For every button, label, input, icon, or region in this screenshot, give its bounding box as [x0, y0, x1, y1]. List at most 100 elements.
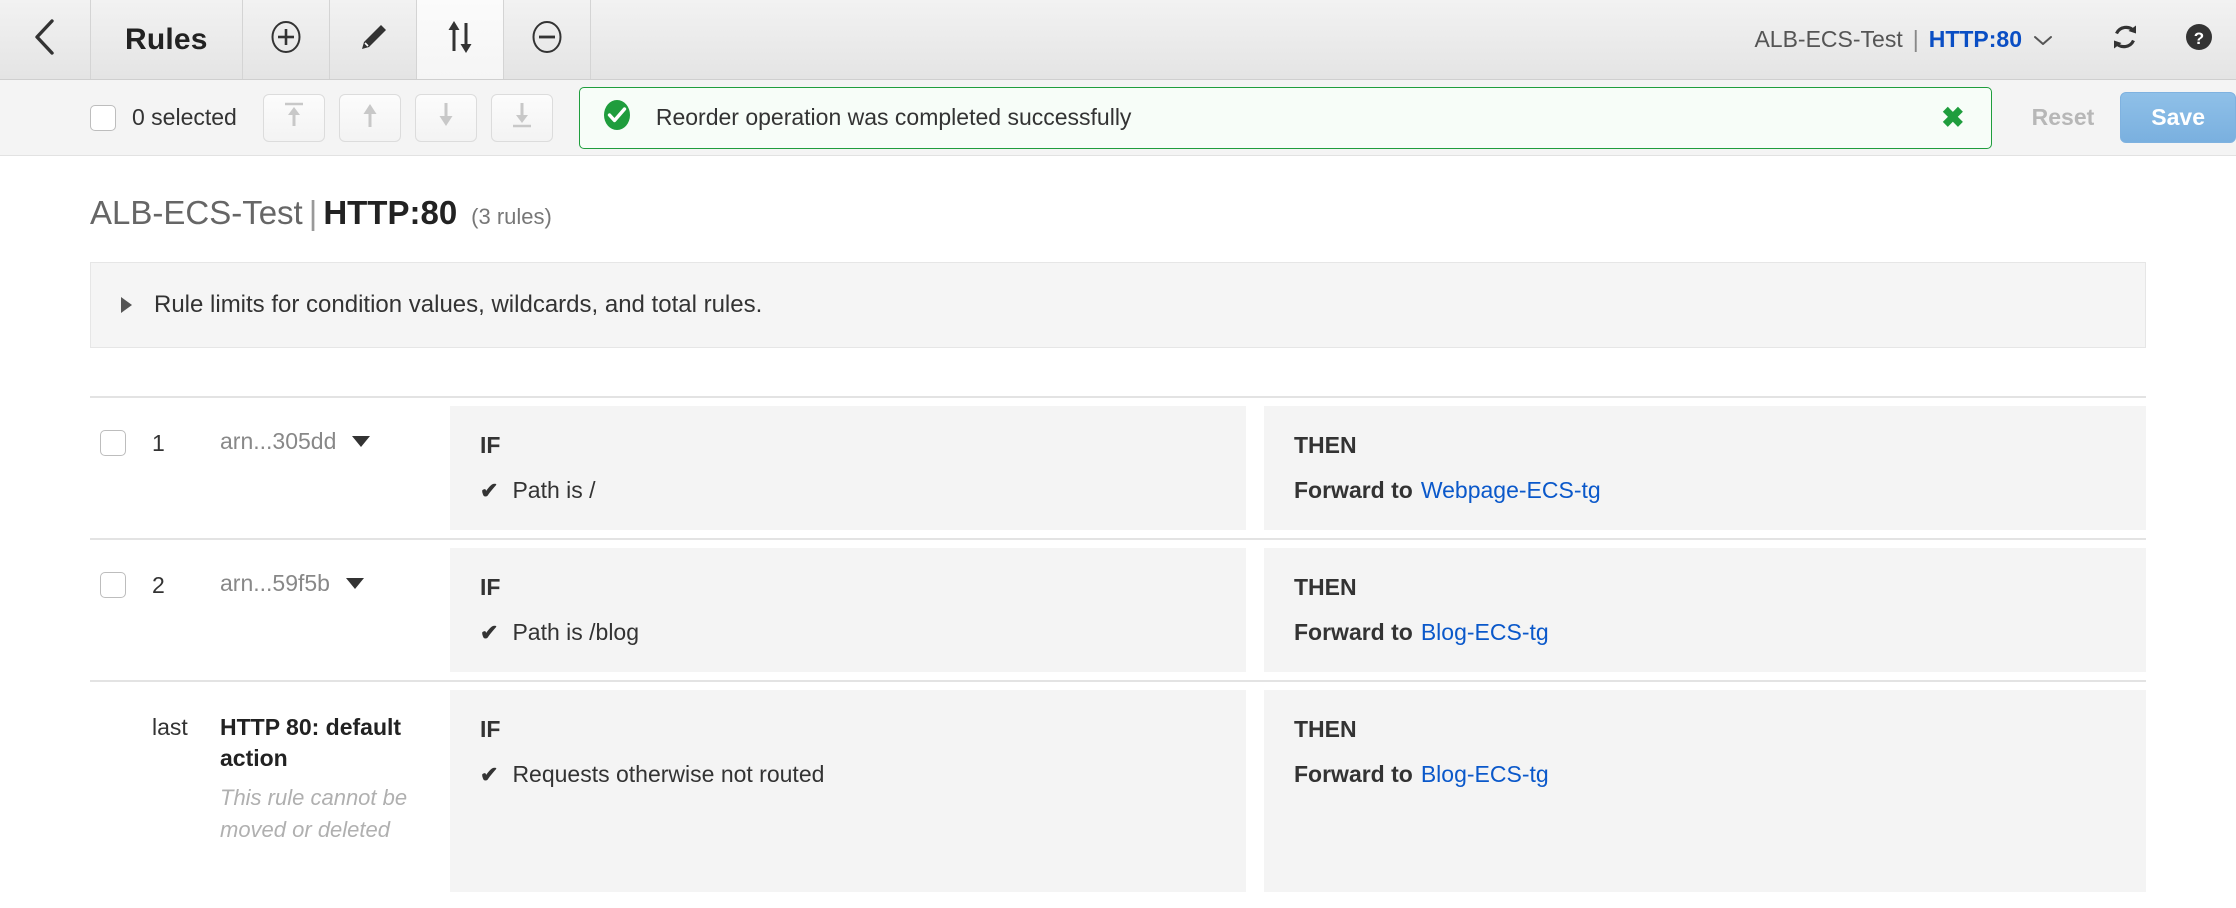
edit-rules-button[interactable] — [330, 0, 417, 79]
page-body: ALB-ECS-Test | HTTP:80 (3 rules) Rule limit… — [0, 156, 2236, 900]
delete-rule-button[interactable] — [504, 0, 591, 79]
chevron-left-icon — [32, 18, 58, 61]
rule-condition-text: Path is / — [512, 477, 596, 503]
rule-priority: 2 — [152, 572, 165, 598]
arrow-down-to-line-icon — [507, 100, 537, 135]
rule-arn-dropdown[interactable]: arn...305dd — [220, 428, 371, 455]
listener-port: HTTP:80 — [1928, 26, 2022, 52]
then-label: THEN — [1294, 716, 1357, 742]
page-heading-port: HTTP:80 — [323, 194, 458, 231]
select-all-checkbox[interactable] — [90, 104, 116, 131]
table-row: 2 arn...59f5b IF ✔ Path is /blog THEN Fo… — [90, 538, 2146, 680]
rule-condition: ✔ Requests otherwise not routed — [480, 761, 1216, 788]
rule-priority: 1 — [152, 430, 165, 456]
rule-priority: last — [152, 714, 188, 740]
rule-name-cell: HTTP 80: default action This rule cannot… — [220, 682, 450, 900]
rule-then-cell: THEN Forward to Blog-ECS-tg — [1264, 548, 2146, 672]
help-button[interactable]: ? — [2162, 0, 2236, 80]
plus-circle-icon — [269, 20, 303, 59]
sort-updown-icon — [443, 19, 477, 60]
rules-table: 1 arn...305dd IF ✔ Path is / THEN Forwar… — [90, 396, 2146, 900]
success-check-circle-icon — [600, 98, 634, 137]
then-label: THEN — [1294, 432, 1357, 458]
pencil-icon — [356, 20, 390, 59]
check-icon: ✔ — [480, 477, 499, 503]
rule-select-cell: last — [90, 682, 220, 900]
table-row: 1 arn...305dd IF ✔ Path is / THEN Forwar… — [90, 396, 2146, 538]
rule-select-cell: 2 — [90, 540, 220, 680]
refresh-button[interactable] — [2088, 0, 2162, 80]
caret-down-icon — [345, 578, 364, 589]
selected-count-label: 0 selected — [132, 104, 237, 130]
rule-name-cell: arn...59f5b — [220, 540, 450, 680]
back-button[interactable] — [0, 0, 91, 79]
rule-checkbox[interactable] — [100, 430, 126, 456]
chevron-down-icon — [2032, 26, 2054, 53]
rule-condition-text: Requests otherwise not routed — [512, 761, 825, 787]
table-row: last HTTP 80: default action This rule c… — [90, 680, 2146, 900]
move-up-button[interactable] — [338, 93, 401, 142]
success-banner: Reorder operation was completed successf… — [578, 86, 1992, 149]
rule-action-prefix: Forward to — [1294, 477, 1413, 503]
refresh-icon — [2110, 22, 2140, 57]
save-button[interactable]: Save — [2120, 92, 2236, 143]
close-icon[interactable]: ✖ — [1935, 103, 1970, 132]
reset-button[interactable]: Reset — [2006, 104, 2121, 131]
rule-arn-label: arn...59f5b — [220, 570, 330, 596]
rule-action: Forward to Blog-ECS-tg — [1294, 761, 2116, 788]
check-icon: ✔ — [480, 761, 499, 787]
move-to-bottom-button[interactable] — [490, 93, 553, 142]
rule-limits-label: Rule limits for condition values, wildca… — [154, 291, 763, 318]
page-heading-separator: | — [308, 194, 318, 231]
if-label: IF — [480, 574, 501, 600]
rule-checkbox[interactable] — [100, 572, 126, 598]
move-to-top-button[interactable] — [262, 93, 325, 142]
move-down-button[interactable] — [414, 93, 477, 142]
svg-text:?: ? — [2194, 29, 2204, 48]
rule-action-target-link[interactable]: Blog-ECS-tg — [1421, 619, 1549, 645]
rule-condition: ✔ Path is / — [480, 477, 1216, 504]
check-icon: ✔ — [480, 619, 499, 645]
rule-condition-text: Path is /blog — [512, 619, 640, 645]
page-heading-load-balancer: ALB-ECS-Test — [90, 194, 303, 231]
add-rule-button[interactable] — [243, 0, 330, 79]
help-circle-icon: ? — [2184, 22, 2214, 57]
page-title-rules: Rules — [91, 0, 243, 79]
rule-if-cell: IF ✔ Requests otherwise not routed — [450, 690, 1246, 892]
if-label: IF — [480, 716, 501, 742]
page-heading: ALB-ECS-Test | HTTP:80 (3 rules) — [90, 156, 2146, 262]
rule-action-prefix: Forward to — [1294, 619, 1413, 645]
arrow-up-to-line-icon — [279, 100, 309, 135]
arrow-up-icon — [355, 100, 385, 135]
success-banner-message: Reorder operation was completed successf… — [655, 104, 1132, 130]
reorder-rules-button[interactable] — [416, 0, 504, 79]
listener-load-balancer-name: ALB-ECS-Test — [1754, 26, 1903, 52]
rule-then-cell: THEN Forward to Webpage-ECS-tg — [1264, 406, 2146, 530]
minus-circle-icon — [530, 20, 564, 59]
page-heading-rule-count: (3 rules) — [471, 204, 552, 229]
rule-arn-dropdown[interactable]: arn...59f5b — [220, 570, 364, 597]
listener-selector[interactable]: ALB-ECS-Test | HTTP:80 — [1754, 26, 2054, 53]
caret-down-icon — [352, 436, 371, 447]
toolbar-right-group: ALB-ECS-Test | HTTP:80 ? — [1754, 0, 2236, 79]
top-toolbar: Rules ALB-ECS-Test | HTTP:80 ? — [0, 0, 2236, 80]
rule-select-cell: 1 — [90, 398, 220, 538]
rule-action-prefix: Forward to — [1294, 761, 1413, 787]
rule-if-cell: IF ✔ Path is /blog — [450, 548, 1246, 672]
rule-arn-label: arn...305dd — [220, 428, 337, 454]
rule-action: Forward to Webpage-ECS-tg — [1294, 477, 2116, 504]
triangle-right-icon — [121, 297, 132, 313]
rule-condition: ✔ Path is /blog — [480, 619, 1216, 646]
then-label: THEN — [1294, 574, 1357, 600]
arrow-down-icon — [431, 100, 461, 135]
default-rule-note: This rule cannot be moved or deleted — [220, 785, 408, 842]
if-label: IF — [480, 432, 501, 458]
rule-if-cell: IF ✔ Path is / — [450, 406, 1246, 530]
rule-action-target-link[interactable]: Blog-ECS-tg — [1421, 761, 1549, 787]
listener-separator: | — [1912, 26, 1919, 52]
rule-action: Forward to Blog-ECS-tg — [1294, 619, 2116, 646]
rule-limits-expander[interactable]: Rule limits for condition values, wildca… — [90, 262, 2146, 348]
rule-action-target-link[interactable]: Webpage-ECS-tg — [1421, 477, 1601, 503]
action-bar: 0 selected Reorder operation was complet… — [0, 80, 2236, 156]
